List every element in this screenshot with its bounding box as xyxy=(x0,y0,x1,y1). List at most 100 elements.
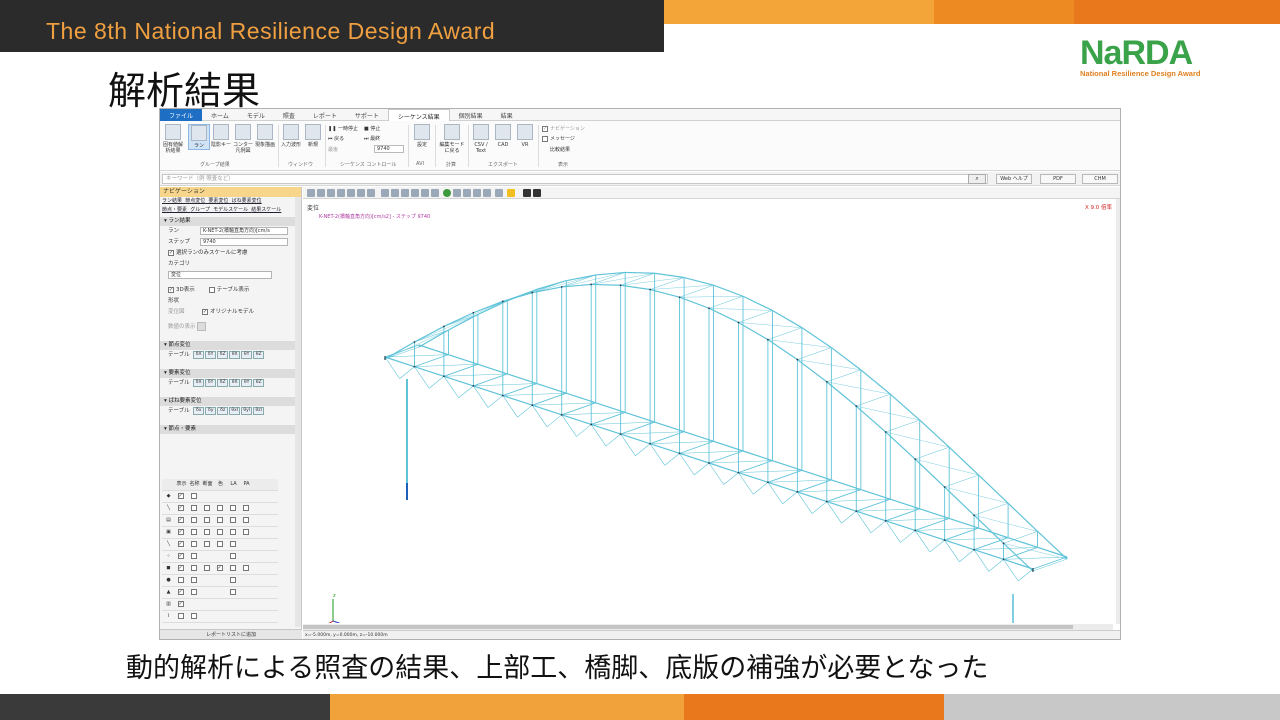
original-model-check[interactable]: ✓ オリジナルモデル xyxy=(202,308,254,315)
elem-dz-button[interactable]: δZ xyxy=(217,378,229,387)
spring-dx-button[interactable]: δx xyxy=(193,406,205,415)
rotate-icon[interactable] xyxy=(421,189,429,197)
spring-dy-button[interactable]: δy xyxy=(205,406,217,415)
web-help-button[interactable]: Web ヘルプ xyxy=(996,174,1032,184)
grid-row[interactable]: ⁘ ✓ xyxy=(162,551,278,563)
highlight-icon[interactable] xyxy=(507,189,515,197)
spring-rz-button[interactable]: θzl xyxy=(253,406,265,415)
link-group[interactable]: グループ xyxy=(190,207,210,213)
elem-rx-button[interactable]: θX xyxy=(229,378,241,387)
link-model-scale[interactable]: モデルスケール xyxy=(213,207,248,213)
link-result-scale[interactable]: 結果スケール xyxy=(251,207,281,213)
grid-row[interactable]: ╲ ✓ xyxy=(162,539,278,551)
view-icon[interactable] xyxy=(357,189,365,197)
message-check[interactable]: メッセージ xyxy=(542,135,575,142)
contour-legend-button[interactable]: コンター凡例図 xyxy=(232,124,254,154)
fit-icon[interactable] xyxy=(307,189,315,197)
step-spinner[interactable]: 9740 xyxy=(374,145,404,153)
navigation-check[interactable]: ✓ ナビゲーション xyxy=(542,125,585,132)
tab-model[interactable]: モデル xyxy=(238,109,274,121)
link-node-elem[interactable]: 節点・要素 xyxy=(162,207,187,213)
scale-check-row[interactable]: ✓ 選択ランのみスケールに考慮 xyxy=(160,248,301,259)
new-window-button[interactable]: 新規 xyxy=(302,124,324,148)
view-icon[interactable] xyxy=(483,189,491,197)
elem-dx-button[interactable]: δX xyxy=(193,378,205,387)
phenomenon-draw-button[interactable]: 現象描画 xyxy=(254,124,276,148)
grid-row[interactable]: ⌇ xyxy=(162,611,278,623)
section-run-results[interactable]: ▾ ラン結果 xyxy=(160,217,301,226)
section-node-disp[interactable]: ▾ 節点変位 xyxy=(160,341,301,350)
last-button[interactable]: ⏭ 最終 xyxy=(364,135,380,142)
value-show-row[interactable]: 数値の表示 xyxy=(160,322,301,333)
grid-row[interactable]: ╲ ✓ xyxy=(162,503,278,515)
chm-button[interactable]: CHM xyxy=(1082,174,1118,184)
camera-icon[interactable] xyxy=(523,189,531,197)
deformed-option[interactable]: 変位図 xyxy=(168,309,185,315)
grid-row[interactable]: ▥ ✓ xyxy=(162,599,278,611)
link-node-disp[interactable]: 節点変位 xyxy=(185,198,205,204)
pause-button[interactable]: ❚❚ 一時停止 xyxy=(328,125,358,132)
section-elem-disp[interactable]: ▾ 要素変位 xyxy=(160,369,301,378)
view-icon[interactable] xyxy=(327,189,335,197)
run-select[interactable]: K-NET-2(橋軸直角方向)[cm/s xyxy=(200,227,288,235)
section-spring-disp[interactable]: ▾ ばね要素変位 xyxy=(160,397,301,406)
node-dz-button[interactable]: δZ xyxy=(217,350,229,359)
elem-dy-button[interactable]: δY xyxy=(205,378,217,387)
view-icon[interactable] xyxy=(347,189,355,197)
elem-rz-button[interactable]: θZ xyxy=(253,378,265,387)
edit-mode-button[interactable]: 編集モードに戻る xyxy=(438,124,466,154)
play-icon[interactable] xyxy=(443,189,451,197)
grid-row[interactable]: ◆ ✓ xyxy=(162,491,278,503)
tab-home[interactable]: ホーム xyxy=(202,109,238,121)
csv-export-button[interactable]: CSV / Text xyxy=(470,124,492,154)
tab-individual-results[interactable]: 個別結果 xyxy=(450,109,492,121)
view-icon[interactable] xyxy=(473,189,481,197)
vr-export-button[interactable]: VR xyxy=(514,124,536,148)
shade-key-button[interactable]: 陰影キー xyxy=(210,124,232,148)
tab-file[interactable]: ファイル xyxy=(160,109,203,121)
capture-icon[interactable] xyxy=(533,189,541,197)
spring-rx-button[interactable]: θxl xyxy=(229,406,241,415)
tab-check[interactable]: 照査 xyxy=(274,109,304,121)
spring-dz-button[interactable]: δz xyxy=(217,406,229,415)
elem-ry-button[interactable]: θY xyxy=(241,378,253,387)
node-rx-button[interactable]: θX xyxy=(229,350,241,359)
node-dy-button[interactable]: δY xyxy=(205,350,217,359)
tab-results[interactable]: 結果 xyxy=(492,109,522,121)
pan-icon[interactable] xyxy=(411,189,419,197)
zoom-icon[interactable] xyxy=(401,189,409,197)
rewind-button[interactable]: ⏮ 戻る xyxy=(328,135,344,142)
add-to-report-button[interactable]: レポートリストに追加 xyxy=(160,629,302,639)
search-icon[interactable]: ⌕ xyxy=(968,174,986,184)
grid-row[interactable]: ▤ ✓ xyxy=(162,515,278,527)
spring-ry-button[interactable]: θyl xyxy=(241,406,253,415)
zoom-icon[interactable] xyxy=(391,189,399,197)
nav-scrollbar[interactable] xyxy=(295,197,301,627)
grid-row[interactable]: ◼ ✓ ✓ xyxy=(162,563,278,575)
link-spring-disp[interactable]: ばね要素変位 xyxy=(232,198,262,204)
tab-report[interactable]: レポート xyxy=(304,109,346,121)
zoom-icon[interactable] xyxy=(381,189,389,197)
link-elem-disp[interactable]: 要素変位 xyxy=(208,198,228,204)
compare-results-button[interactable]: 比較結果 xyxy=(550,146,570,153)
tab-sequence-results[interactable]: シーケンス結果 xyxy=(387,109,450,121)
link-run-results[interactable]: ラン結果 xyxy=(162,198,182,204)
rotate-icon[interactable] xyxy=(431,189,439,197)
view-icon[interactable] xyxy=(317,189,325,197)
keyword-search-input[interactable]: キーワード（例 照査など） xyxy=(162,174,988,184)
table-show-check[interactable]: テーブル表示 xyxy=(208,286,249,293)
view-icon[interactable] xyxy=(463,189,471,197)
tab-support[interactable]: サポート xyxy=(346,109,388,121)
category-select[interactable]: 変位 xyxy=(168,271,272,279)
node-dx-button[interactable]: δX xyxy=(193,350,205,359)
node-rz-button[interactable]: θZ xyxy=(253,350,265,359)
input-wave-button[interactable]: 入力波形 xyxy=(280,124,302,148)
view-icon[interactable] xyxy=(453,189,461,197)
avi-settings-button[interactable]: 設定 xyxy=(411,124,433,148)
grid-row[interactable]: ▲ ✓ xyxy=(162,587,278,599)
viewport-vertical-scrollbar[interactable] xyxy=(1116,199,1120,624)
view-icon[interactable] xyxy=(337,189,345,197)
grid-row[interactable]: ● xyxy=(162,575,278,587)
model-viewport[interactable]: 変位 K-NET-2(橋軸直角方向)[cm/s2] - ステップ 9740 X … xyxy=(303,187,1120,639)
step-input[interactable]: 9740 xyxy=(200,238,288,246)
